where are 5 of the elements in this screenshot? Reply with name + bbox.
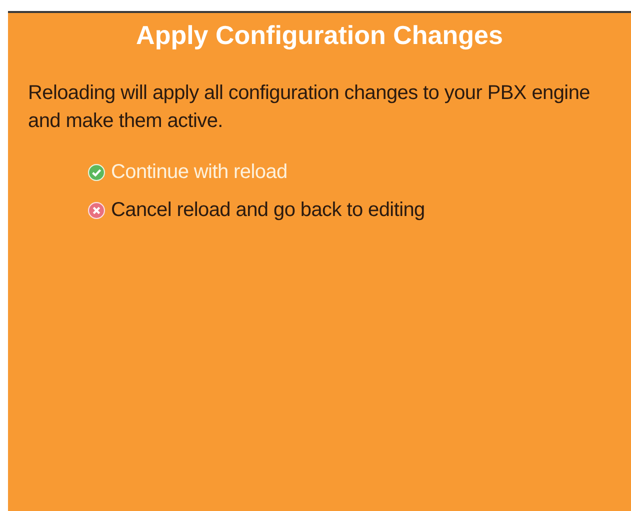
cancel-icon (88, 202, 105, 218)
option-link[interactable]: Cancel reload and go back to editing (88, 197, 425, 223)
check-icon (88, 164, 105, 180)
message-text: Reloading will apply all configuration changes to your PBX engine and make them active. (28, 81, 591, 134)
dialog-title: Apply Configuration Changes (135, 19, 504, 51)
